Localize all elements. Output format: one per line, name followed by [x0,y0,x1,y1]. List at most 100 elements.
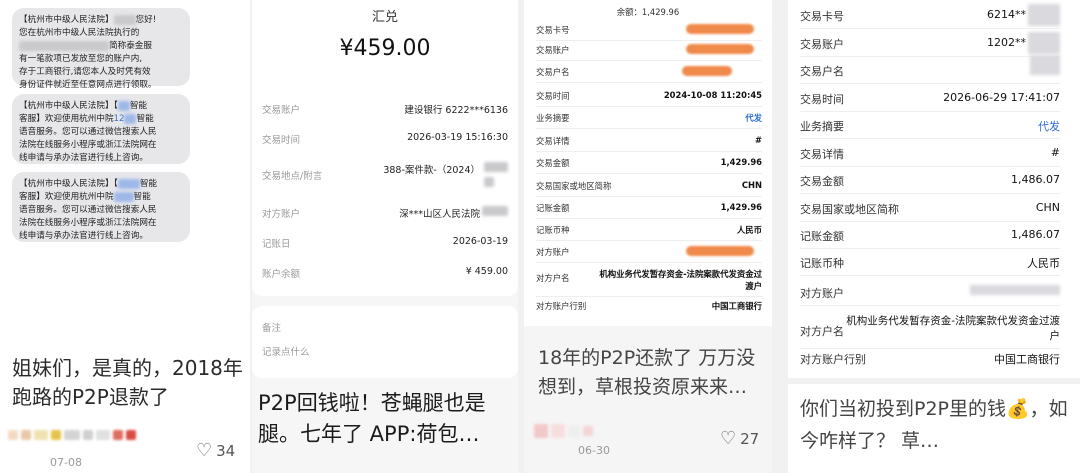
row-label: 交易国家或地区简称 [536,181,612,191]
balance-text: 余额：1,429.96 [616,7,680,17]
like-button[interactable]: ♡ 27 [720,428,759,449]
detail-row: 对方户名 机构业务代发暂存资金-法院案款代发资金过渡户 [800,314,1060,344]
row-label: 交易卡号 [800,10,844,23]
like-button[interactable]: ♡ 34 [196,440,235,461]
sms-text: 您好! [135,15,157,25]
sms-screenshot: 【杭州市中级人民法院】 您好! 您在杭州市中级人民法院执行的 简称泰金服 有一笔款… [0,0,250,328]
row-label: 交易时间 [536,91,570,101]
post-title[interactable]: 你们当初投到P2P里的钱💰，如今咋样了？ 草… [800,393,1070,457]
post-title[interactable]: 18年的P2P还款了 万万没想到，草根投资原来来… [538,344,766,402]
row-value: 人民币 [736,225,762,235]
row-value: 1,429.96 [720,202,762,212]
row-value: 1,486.07 [1011,173,1060,186]
row-label: 记账币种 [536,225,570,235]
detail-row: 对方账户行别 中国工商银行 [536,300,762,314]
detail-row: 记账币种 人民币 [800,255,1060,271]
row-value: 1202** [987,36,1026,49]
sms-text: 您在杭州市中级人民法院执行的 [19,28,140,38]
row-value: 建设银行 6222***6136 [404,105,508,116]
detail-row: 交易金额 1,486.07 [800,173,1060,189]
row-value: 深***山区人民法院 [399,209,480,220]
row-label: 交易账户 [800,38,844,51]
post-card-3[interactable]: 余额：1,429.96 交易卡号交易账户交易户名交易时间 2024-10-08 1… [524,0,772,473]
post-card-4[interactable]: 交易卡号 6214** 交易账户 1202** 交易户名 交易时间 2026-06-29 1… [788,0,1080,473]
row-label: 对方户名 [536,273,570,283]
redaction-mark [1030,55,1060,75]
row-label: 对方账户行别 [536,301,587,311]
post-title[interactable]: 姐妹们，是真的，2018年跑路的P2P退款了 [12,354,244,412]
detail-row: 交易户名 [536,66,762,80]
row-label: 交易账户 [262,105,301,116]
sms-bubble: 【杭州市中级人民法院】【 智能 客服】欢迎使用杭州中院12 智能 语音服务。您可以通… [12,94,190,164]
sms-text: 智能 [136,114,154,124]
detail-row: 交易账户 1202** [800,32,1060,54]
note-placeholder[interactable]: 记录点什么 [262,344,310,358]
detail-row: 交易时间 2024-10-08 11:20:45 [536,90,762,104]
sms-text: 有一笔款项已发放至您的账户内, [19,54,143,64]
redaction-mark [682,66,732,76]
row-label: 交易户名 [536,67,570,77]
post-date: 07-08 [50,456,82,469]
redaction-mark [686,246,754,256]
row-value: CHN [1035,201,1060,214]
row-divider [536,82,762,83]
row-divider [800,193,1060,194]
row-divider [800,166,1060,167]
row-label: 记账币种 [800,257,844,270]
row-label: 交易国家或地区简称 [800,203,899,216]
author-avatar[interactable] [534,424,593,438]
post-date: 06-30 [578,444,610,457]
note-label: 备注 [262,323,282,334]
redaction-mark [1028,4,1060,26]
row-divider [536,262,762,263]
divider [788,378,1080,384]
row-value: ¥ 459.00 [465,266,508,277]
sms-text: 【杭州市中级人民法院】 [19,15,114,25]
row-label: 交易金额 [800,175,844,188]
sms-text: 语音服务。您可以通过微信搜索人民 [19,127,157,137]
sms-bubble: 【杭州市中级人民法院】 您好! 您在杭州市中级人民法院执行的 简称泰金服 有一笔款… [12,8,190,90]
note-box[interactable]: 备注 记录点什么 [252,306,518,378]
row-value: 2026-03-19 15:16:30 [407,132,508,143]
row-divider [800,28,1060,29]
row-label: 交易户名 [800,65,844,78]
row-label: 交易时间 [800,93,844,106]
receipt-row: 交易地点/附言 388-案件款-（2024） [262,162,508,190]
row-value: 机构业务代发暂存资金-法院案款代发资金过渡户 [846,315,1060,342]
redaction-mark [686,44,754,54]
row-value: 388-案件款-（2024） [383,165,480,176]
post-card-1[interactable]: 【杭州市中级人民法院】 您好! 您在杭州市中级人民法院执行的 简称泰金服 有一笔款… [0,0,250,473]
detail-row: 交易账户 [536,44,762,58]
row-label: 交易地点/附言 [262,171,323,182]
row-label: 账户余额 [262,269,301,280]
detail-row: 交易户名 [800,55,1060,79]
detail-row: 交易时间 2026-06-29 17:41:07 [800,91,1060,107]
row-value: # [1050,146,1060,159]
sms-text: 【杭州市中级人民法院】【 [19,101,118,111]
row-label: 对方账户 [800,287,844,300]
sms-text: 线申请与承办法官进行线上咨询。 [19,231,148,241]
sms-text: 简称泰金服 [109,41,152,51]
sms-text: 身份证件就近至任意网点进行领取。 [19,80,157,90]
sms-text: 客服】欢迎使用杭州中院 [19,192,114,202]
row-value: 1,429.96 [720,157,762,167]
detail-row: 业务摘要 代发 [800,118,1060,134]
row-value: 2026-03-19 [452,236,508,247]
detail-row: 交易卡号 [536,24,762,38]
row-label: 记账金额 [800,230,844,243]
row-divider [800,221,1060,222]
post-title[interactable]: P2P回钱啦！苍蝇腿也是腿。七年了 APP:荷包… [258,388,514,450]
sms-text: 线申请与承办法官进行线上咨询。 [19,153,148,163]
sms-text: 法院在线服务小程序或浙江法院网在 [19,140,157,150]
row-value: 中国工商银行 [994,353,1060,366]
receipt-title: 汇兑 [371,10,398,25]
post-card-2[interactable]: 汇兑 ¥459.00 交易账户 建设银行 6222***6136 交易时间 20… [252,0,518,473]
row-divider [800,348,1060,349]
detail-row: 交易国家或地区简称 CHN [536,180,762,194]
row-divider [536,40,762,41]
detail-row: 交易国家或地区简称 CHN [800,201,1060,217]
author-avatar[interactable] [8,430,136,440]
row-label: 业务摘要 [800,120,844,133]
row-divider [800,138,1060,139]
row-value: 代发 [745,113,762,123]
